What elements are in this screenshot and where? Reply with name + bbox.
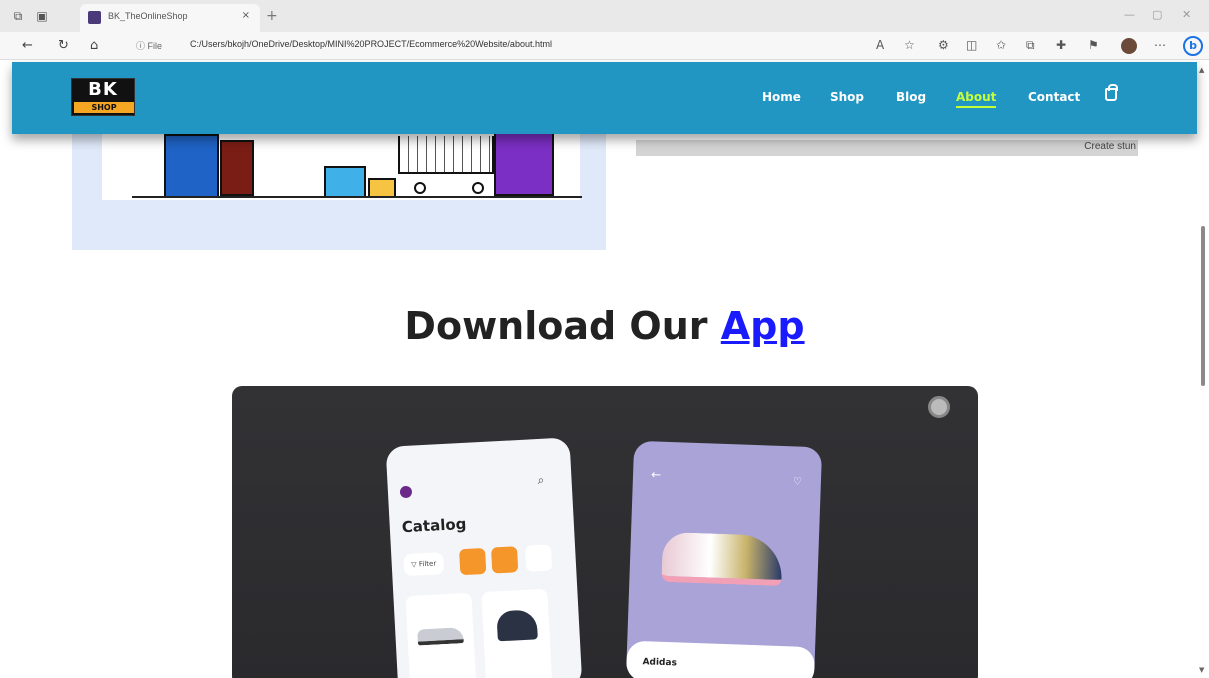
tab-title: BK_TheOnlineShop (108, 11, 188, 21)
maximize-icon[interactable]: ▢ (1152, 8, 1162, 21)
favorite-icon: ♡ (792, 476, 803, 488)
home-icon[interactable]: ⌂ (90, 38, 98, 53)
heading-text: Download Our (404, 304, 708, 348)
nav-blog[interactable]: Blog (896, 90, 926, 104)
back-arrow-icon: ← (650, 467, 662, 482)
browser-tabbar: ⧉ ▣ BK_TheOnlineShop × + — ▢ ✕ (0, 0, 1209, 32)
logo-subtext: SHOP (74, 102, 134, 113)
tab-actions-icon[interactable]: ▣ (34, 8, 50, 24)
profile-avatar[interactable] (1121, 38, 1137, 54)
nav-home[interactable]: Home (762, 90, 801, 104)
cart-wheel-icon (414, 182, 426, 194)
flag-icon[interactable]: ⚑ (1088, 38, 1099, 52)
about-text-strip: Create stun (636, 140, 1138, 156)
product-info-card: Adidas (625, 640, 816, 678)
sneaker-image (417, 627, 464, 646)
logo-text: BK (88, 79, 118, 100)
sneaker-image (661, 531, 784, 587)
bing-copilot-icon[interactable]: b (1183, 36, 1203, 56)
extensions-icon[interactable]: ⚙ (938, 38, 949, 52)
tab-close-icon[interactable]: × (242, 10, 250, 21)
app-logo-icon (399, 485, 413, 499)
shopping-bag-icon[interactable] (1105, 84, 1118, 101)
brand-chip-nike (459, 547, 487, 576)
product-card (481, 588, 553, 678)
url-input[interactable]: C:/Users/bkojh/OneDrive/Desktop/MINI%20P… (190, 39, 552, 49)
catalog-phone-mockup: ⌕ Catalog ▽ Filter (385, 437, 583, 678)
blue-box-shape (324, 166, 366, 198)
product-card (405, 592, 477, 678)
brand-logo[interactable]: BK SHOP (71, 78, 135, 116)
ground-line (132, 196, 582, 198)
nav-contact[interactable]: Contact (1028, 90, 1080, 104)
close-window-icon[interactable]: ✕ (1182, 8, 1191, 21)
read-aloud-icon[interactable]: A (876, 38, 884, 52)
shopping-cart-icon (398, 136, 494, 174)
workspaces-icon[interactable]: ⧉ (10, 8, 26, 24)
collections-icon[interactable]: ⧉ (1026, 38, 1035, 53)
video-control-icon[interactable] (928, 396, 950, 418)
nav-about[interactable]: About (956, 90, 997, 108)
address-bar: ← ↻ ⌂ ⓘ File C:/Users/bkojh/OneDrive/Des… (0, 32, 1209, 60)
refresh-icon[interactable]: ↻ (58, 38, 69, 53)
more-menu-icon[interactable]: ⋯ (1154, 38, 1166, 52)
scroll-up-icon[interactable]: ▲ (1199, 66, 1204, 74)
catalog-title: Catalog (401, 514, 467, 537)
nav-shop[interactable]: Shop (830, 90, 864, 104)
cart-wheel-icon (472, 182, 484, 194)
favorites-icon[interactable]: ✩ (996, 38, 1006, 52)
new-tab-button[interactable]: + (266, 8, 278, 24)
trash-bin-shape (164, 134, 219, 198)
extension-puzzle-icon[interactable]: ✚ (1056, 38, 1066, 52)
sneaker-image (496, 609, 538, 642)
favicon-icon (88, 11, 101, 24)
yellow-box-shape (368, 178, 396, 198)
site-info-icon[interactable]: ⓘ File (136, 39, 162, 52)
minimize-icon[interactable]: — (1124, 8, 1135, 21)
product-phone-mockup: ← ♡ Adidas (625, 440, 823, 678)
product-name: Adidas (642, 657, 678, 669)
about-text-fragment: Create stun (1084, 141, 1136, 152)
brand-chip-puma (524, 544, 553, 572)
site-header: BK SHOP Home Shop Blog About Contact (12, 62, 1197, 134)
app-link[interactable]: App (721, 304, 805, 348)
search-icon: ⌕ (537, 472, 545, 488)
filter-chip: ▽ Filter (403, 552, 445, 577)
back-icon[interactable]: ← (22, 38, 33, 53)
app-video-player[interactable] (232, 386, 978, 678)
favorite-star-icon[interactable]: ☆ (904, 38, 915, 52)
web-page: Create stun BK SHOP Home Shop Blog About… (0, 60, 1209, 678)
brand-chip-adidas (490, 546, 519, 574)
person-legs-shape (220, 140, 254, 196)
browser-tab[interactable]: BK_TheOnlineShop × (80, 4, 260, 32)
download-app-heading: Download Our App (0, 304, 1209, 348)
scroll-down-icon[interactable]: ▼ (1199, 666, 1204, 674)
scrollbar-thumb[interactable] (1201, 226, 1205, 386)
split-screen-icon[interactable]: ◫ (966, 38, 977, 52)
